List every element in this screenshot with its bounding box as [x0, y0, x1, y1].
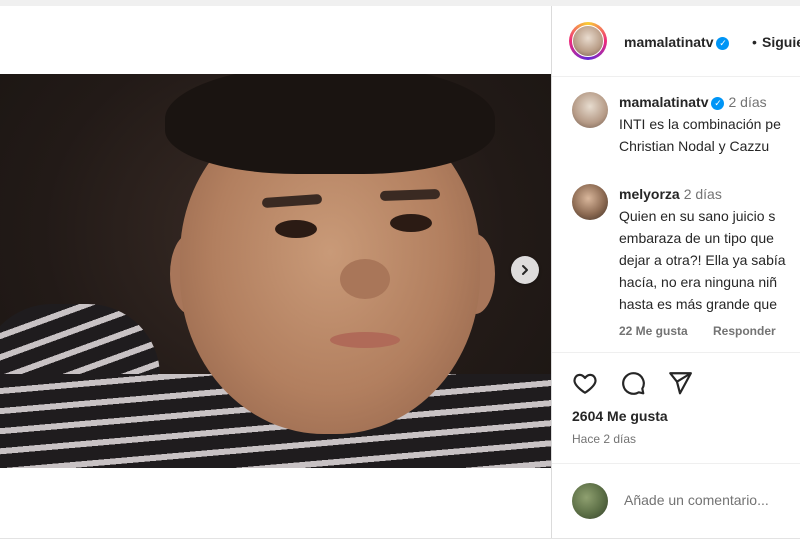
comment-line: hacía, no era ninguna niñ [619, 274, 778, 290]
child-hair [165, 74, 495, 174]
author-avatar[interactable] [569, 22, 607, 60]
caption-line: INTI es la combinación pe [619, 116, 781, 132]
actions-divider [552, 352, 800, 354]
comment-time: 2 días [683, 186, 722, 202]
pane-divider [551, 6, 552, 538]
caption-header: mamalatinatv ✓ 2 días [619, 94, 767, 110]
add-comment-input[interactable]: Añade un comentario... [624, 492, 769, 508]
follow-button[interactable]: Siguie [762, 34, 800, 50]
nose [340, 259, 390, 299]
mouth [330, 332, 400, 348]
caption-time: 2 días [728, 94, 767, 110]
reply-button[interactable]: Responder [713, 324, 776, 338]
eyebrow-right [379, 188, 441, 202]
author-username-text[interactable]: mamalatinatv [624, 34, 713, 50]
chevron-right-icon [522, 265, 528, 275]
browser-bottom-edge [0, 538, 800, 554]
heart-icon[interactable] [572, 370, 598, 396]
caption-username[interactable]: mamalatinatv [619, 94, 708, 110]
comment-header: melyorza 2 días [619, 186, 722, 202]
comment-username[interactable]: melyorza [619, 186, 680, 202]
caption-line: Christian Nodal y Cazzu [619, 138, 770, 154]
likes-count[interactable]: 2604 Me gusta [572, 408, 668, 424]
caption-avatar[interactable] [572, 92, 608, 128]
author-username[interactable]: mamalatinatv ✓ [624, 34, 730, 50]
posted-time: Hace 2 días [572, 432, 637, 446]
send-icon[interactable] [667, 370, 693, 396]
comment-line: embaraza de un tipo que [619, 230, 774, 246]
comment-line: dejar a otra?! Ella ya sabía [619, 252, 786, 268]
post-photo [0, 74, 551, 468]
eye-left [275, 220, 317, 238]
next-slide-button[interactable] [511, 256, 539, 284]
comment-icon[interactable] [620, 370, 646, 396]
eye-right [390, 214, 432, 232]
comment-avatar[interactable] [572, 184, 608, 220]
comment-text: Quien en su sano juicio s embaraza de un… [619, 205, 786, 315]
comment-line: Quien en su sano juicio s [619, 208, 776, 224]
verified-badge-icon: ✓ [716, 36, 730, 50]
current-user-avatar [572, 483, 608, 519]
comment-likes[interactable]: 22 Me gusta [619, 324, 688, 338]
verified-badge-icon: ✓ [711, 96, 725, 110]
comment-line: hasta es más grande que [619, 296, 777, 312]
caption-text: INTI es la combinación pe Christian Noda… [619, 113, 781, 157]
header-separator: • [752, 34, 757, 50]
